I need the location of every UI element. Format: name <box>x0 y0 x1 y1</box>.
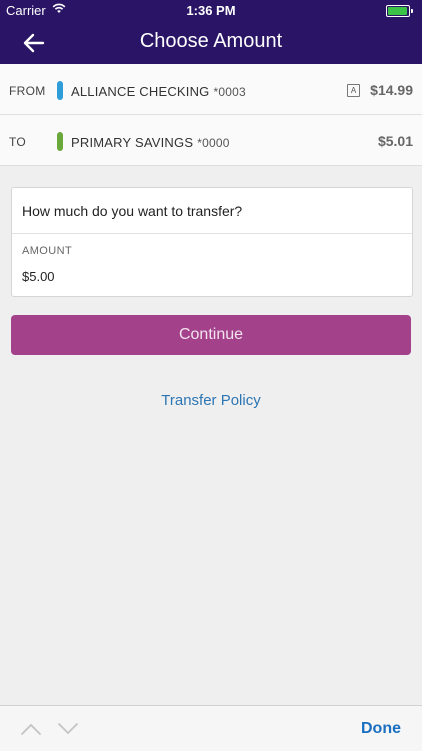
clock: 1:36 PM <box>186 3 236 18</box>
account-type-badge: A <box>347 84 360 97</box>
from-account-balance: $14.99 <box>370 82 413 98</box>
divider <box>12 233 412 234</box>
from-account-row[interactable]: FROM ALLIANCE CHECKING *0003 A $14.99 <box>0 64 422 115</box>
from-label: FROM <box>9 84 46 98</box>
account-color-bar <box>57 81 63 100</box>
nav-header: Carrier 1:36 PM Choose Amount <box>0 0 422 64</box>
transfer-policy-link[interactable]: Transfer Policy <box>0 392 422 409</box>
account-number: *0000 <box>197 136 230 150</box>
chevron-down-icon[interactable] <box>57 722 79 736</box>
to-label: TO <box>9 135 27 149</box>
battery-icon <box>386 5 413 17</box>
to-account-name: PRIMARY SAVINGS *0000 <box>71 135 230 150</box>
chevron-up-icon[interactable] <box>20 722 42 736</box>
account-name-text: ALLIANCE CHECKING <box>71 84 210 99</box>
continue-button[interactable]: Continue <box>11 315 411 355</box>
account-name-text: PRIMARY SAVINGS <box>71 135 194 150</box>
amount-label: AMOUNT <box>22 245 73 257</box>
amount-input[interactable] <box>20 266 404 286</box>
account-color-bar <box>57 132 63 151</box>
keyboard-toolbar: Done <box>0 705 422 751</box>
to-account-row[interactable]: TO PRIMARY SAVINGS *0000 $5.01 <box>0 115 422 165</box>
page-title: Choose Amount <box>139 30 283 52</box>
amount-card: How much do you want to transfer? AMOUNT <box>11 187 413 297</box>
transfer-accounts: FROM ALLIANCE CHECKING *0003 A $14.99 TO … <box>0 64 422 166</box>
account-number: *0003 <box>213 85 246 99</box>
to-account-balance: $5.01 <box>377 133 413 149</box>
status-bar: Carrier 1:36 PM <box>0 0 422 20</box>
done-button[interactable]: Done <box>361 720 401 738</box>
from-account-name: ALLIANCE CHECKING *0003 <box>71 84 246 99</box>
transfer-question: How much do you want to transfer? <box>22 203 243 219</box>
